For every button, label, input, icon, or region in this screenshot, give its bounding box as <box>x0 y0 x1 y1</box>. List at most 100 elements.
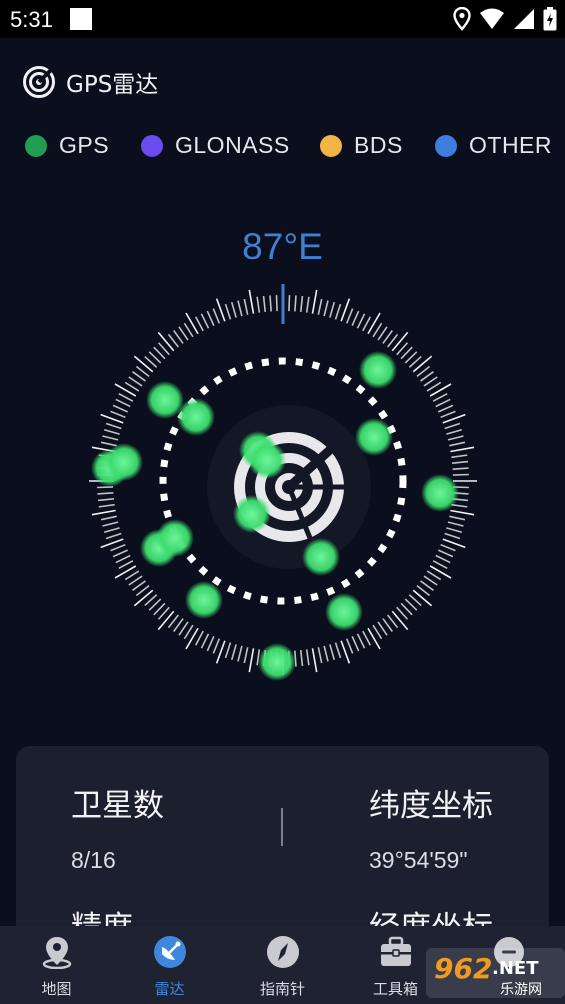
compass-tick <box>317 298 323 315</box>
compass-tick <box>112 404 129 413</box>
svg-text:.NET: .NET <box>492 958 539 979</box>
compass-tick <box>334 642 342 659</box>
app-header: GPS雷达 <box>22 64 158 100</box>
compass-tick <box>110 410 126 419</box>
app-title: GPS雷达 <box>66 72 159 98</box>
legend-label: OTHER <box>469 132 552 158</box>
compass-tick <box>345 638 354 654</box>
satellite-dot <box>302 538 340 576</box>
legend-label: BDS <box>354 132 403 158</box>
compass-tick <box>224 303 232 320</box>
compass-tick <box>437 549 454 558</box>
compass-tick <box>183 322 194 338</box>
compass-tick <box>212 308 221 324</box>
nav-label-map: 地图 <box>41 980 72 998</box>
compass-tick <box>305 296 310 313</box>
compass-tick <box>420 580 434 591</box>
legend-item-gps: GPS <box>25 132 109 159</box>
compass-tick <box>299 295 304 313</box>
satellite-dot <box>105 443 143 481</box>
nav-label-compass: 指南针 <box>259 980 305 998</box>
compass-tick <box>356 633 366 649</box>
compass-tick <box>157 610 175 631</box>
compass-tick <box>423 575 438 586</box>
compass-tick <box>451 454 468 459</box>
compass-tick <box>362 316 372 332</box>
compass-tick <box>435 398 451 408</box>
compass-tick <box>452 467 469 470</box>
compass-tick <box>323 300 329 317</box>
compass-tick <box>157 331 175 352</box>
compass-tick <box>102 521 119 527</box>
map-pin-icon <box>42 937 72 969</box>
compass-tick <box>224 642 232 659</box>
compass-tick <box>124 381 140 392</box>
nav-item-radar[interactable]: 雷达 <box>113 926 226 1004</box>
latitude-label: 纬度坐标 <box>369 788 493 824</box>
compass-tick <box>449 515 466 521</box>
compass-tick <box>446 428 463 435</box>
satellite-dot <box>355 418 393 456</box>
nav-item-map[interactable]: 地图 <box>0 926 113 1004</box>
compass-tick <box>115 398 131 408</box>
compass-tick <box>230 644 237 661</box>
compass-tick <box>449 441 466 447</box>
compass-tick <box>323 645 329 662</box>
satellite-dot <box>177 398 215 436</box>
compass-tick <box>105 532 122 540</box>
compass-tick <box>185 627 199 650</box>
satellite-dot <box>185 581 223 619</box>
signal-icon <box>514 9 534 29</box>
wifi-icon <box>480 8 504 29</box>
compass-tick <box>112 549 129 558</box>
satellite-dot <box>325 593 363 631</box>
compass-tick <box>133 589 154 607</box>
satellite-dot <box>233 495 271 533</box>
compass-tick <box>440 410 456 419</box>
info-divider <box>281 808 283 846</box>
compass-tick <box>194 316 204 332</box>
compass-tick <box>362 630 372 646</box>
compass-tick <box>173 330 184 344</box>
satellites-label: 卫星数 <box>71 788 164 824</box>
compass-tick <box>299 649 304 667</box>
compass-tick <box>132 371 146 382</box>
compass-tick <box>294 295 297 312</box>
compass-tick <box>305 649 310 666</box>
radar-icon <box>23 66 55 98</box>
compass-tick <box>237 645 243 662</box>
compass-tick <box>178 326 189 341</box>
compass-tick <box>426 570 442 581</box>
legend-item-other: OTHER <box>435 132 552 159</box>
svg-text:962: 962 <box>434 952 492 985</box>
compass-tick <box>118 560 134 570</box>
compass-tick <box>311 289 318 314</box>
compass-tick <box>275 295 278 312</box>
compass-tick <box>243 298 249 315</box>
satellite-dot <box>359 351 397 389</box>
nav-item-compass[interactable]: 指南针 <box>226 926 339 1004</box>
compass-tick <box>420 371 434 382</box>
compass-tick <box>382 618 393 632</box>
compass-tick <box>412 355 433 373</box>
legend-dot <box>141 134 163 157</box>
compass-tick <box>132 580 146 591</box>
compass-tick <box>128 376 143 387</box>
compass-tick <box>114 565 137 579</box>
legend-item-bds: BDS <box>320 132 403 159</box>
compass-tick <box>447 435 464 441</box>
status-bar: 5:31 <box>0 0 565 38</box>
compass-tick <box>423 376 438 387</box>
compass-tick <box>451 460 469 465</box>
compass-tick <box>432 392 448 402</box>
compass-tick <box>429 565 452 579</box>
status-icons <box>453 6 557 32</box>
svg-text:乐游网: 乐游网 <box>500 982 542 998</box>
compass-tick <box>444 532 461 540</box>
compass-tick <box>429 383 452 397</box>
compass-tick <box>114 383 137 397</box>
compass-tick <box>206 635 215 652</box>
compass-tick <box>446 527 463 534</box>
compass-tick <box>426 381 442 392</box>
constellation-legend: GPS GLONASS BDS OTHER <box>0 128 565 168</box>
